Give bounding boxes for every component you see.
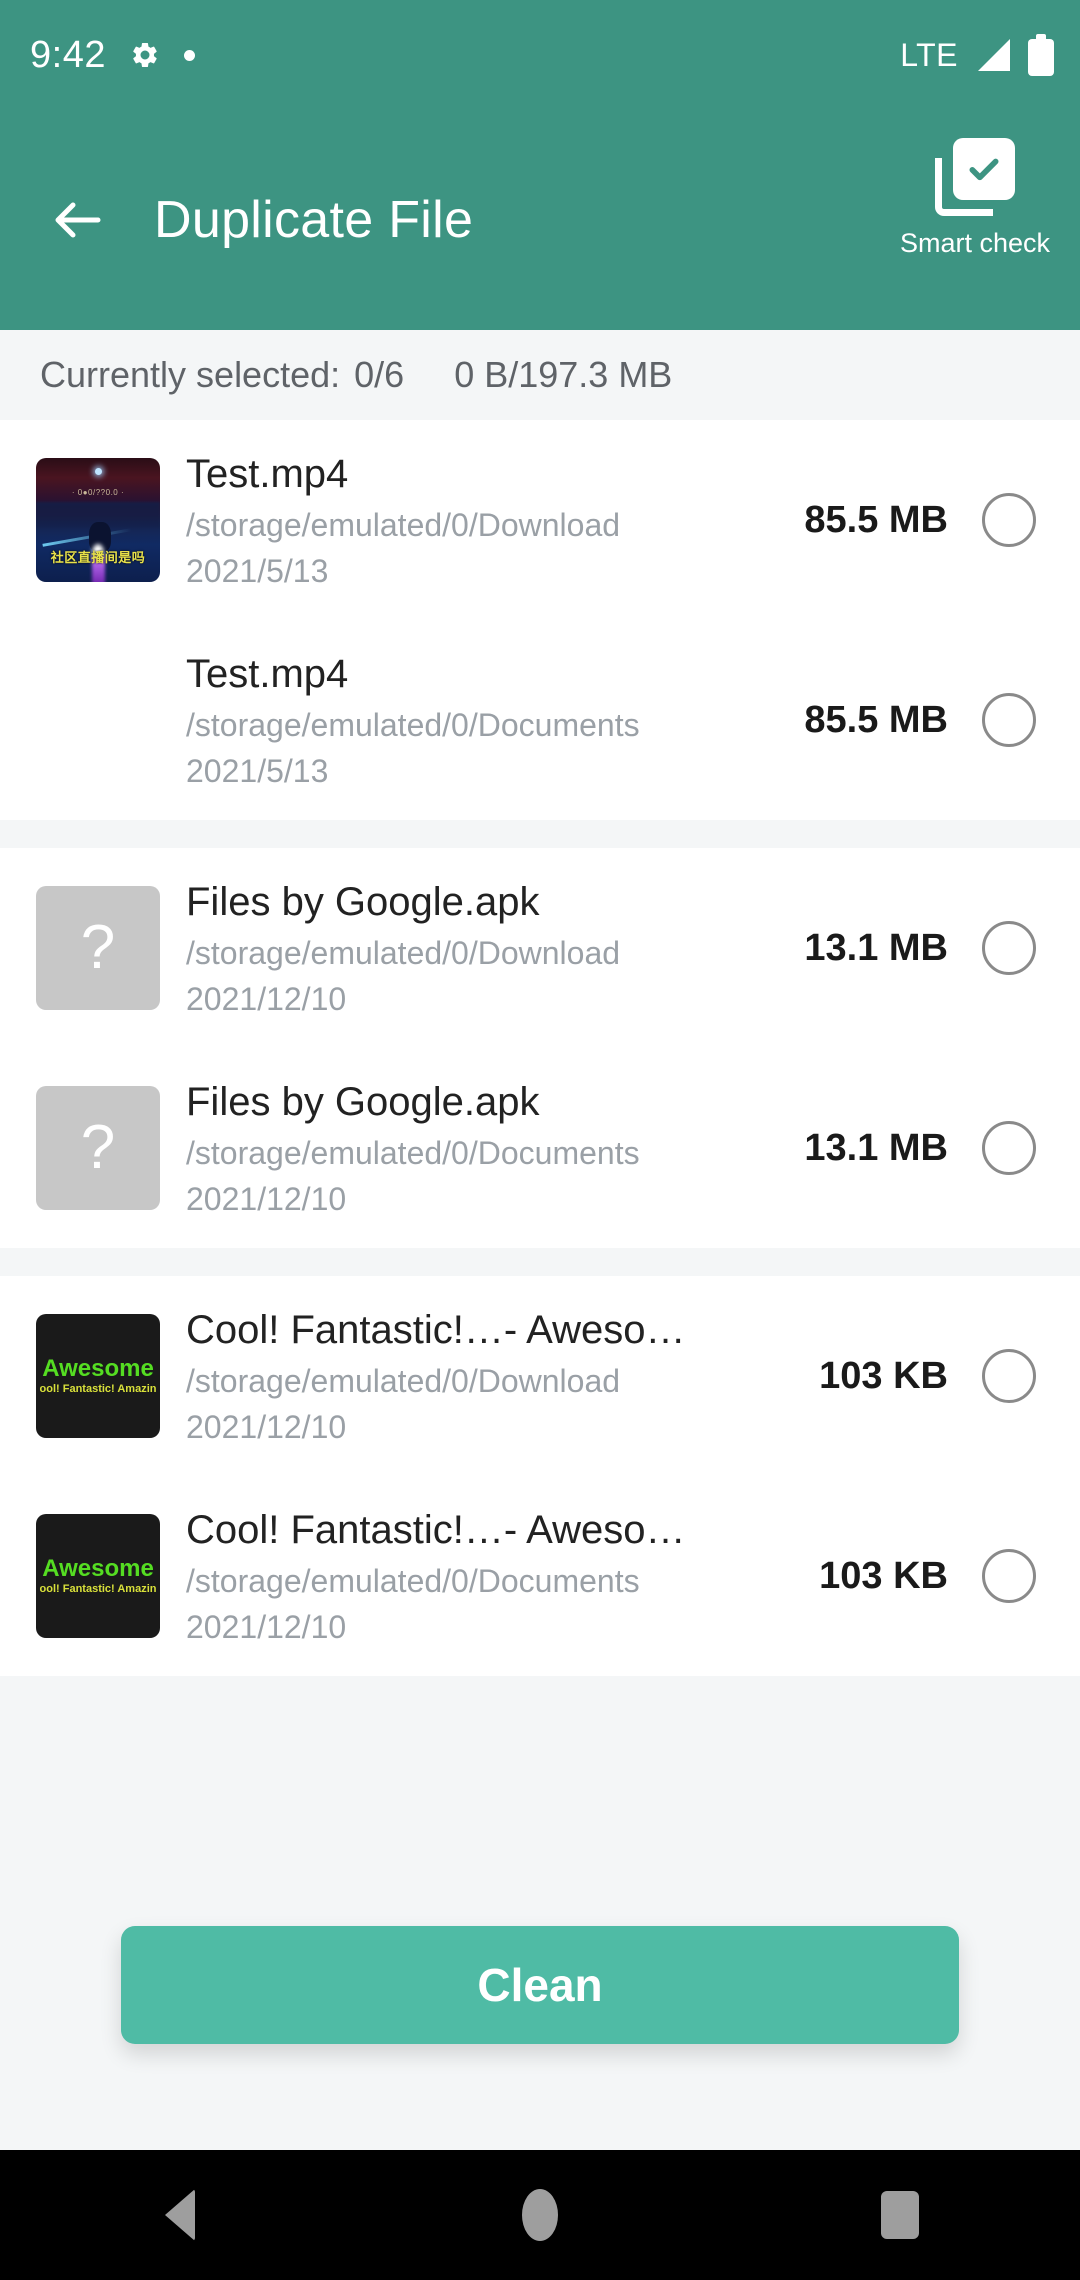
file-name: Cool! Fantastic!…- Awesome.png [186,1307,718,1352]
gear-icon [130,40,160,70]
smart-check-button[interactable]: Smart check [900,138,1050,259]
thumbnail-subtitle-text: ool! Fantastic! Amazin [39,1583,157,1595]
file-select-radio[interactable] [982,1121,1036,1175]
file-size: 103 KB [819,1354,948,1397]
thumbnail-mid-text: · 0●0/??0.0 · [71,488,125,497]
thumbnail-caption: 社区直播间是吗 [50,550,146,565]
nav-recents-icon[interactable] [840,2150,960,2280]
status-time: 9:42 [30,33,106,76]
group-separator [0,820,1080,848]
file-select-radio[interactable] [982,693,1036,747]
dot-indicator [183,49,195,61]
app-screen: 9:42 LTE Duplicate File Smart check Curr… [0,0,1080,2280]
selection-count: 0/6 [354,354,405,395]
status-bar-right: LTE [900,34,1054,76]
file-name: Files by Google.apk [186,1079,540,1124]
file-select-radio[interactable] [982,493,1036,547]
file-thumbnail-slot: · 0●0/??0.0 · 社区直播间是吗 [36,458,160,582]
file-date: 2021/5/13 [186,752,329,789]
group-separator [0,1248,1080,1276]
question-mark-glyph: ? [80,1113,116,1182]
thumbnail-title-text: Awesome [42,1355,154,1382]
file-meta: Cool! Fantastic!…- Awesome.png/storage/e… [182,1307,718,1446]
file-meta: Test.mp4/storage/emulated/0/Documents 202… [182,651,718,790]
table-row[interactable]: · 0●0/??0.0 · 社区直播间是吗 Test.mp4/storage/emu… [0,420,1080,620]
table-row[interactable]: Test.mp4/storage/emulated/0/Documents 202… [0,620,1080,820]
image-thumbnail: Awesome ool! Fantastic! Amazin [36,1314,160,1438]
battery-icon [1028,34,1054,76]
nav-back-icon[interactable] [120,2150,240,2280]
file-size: 85.5 MB [804,498,948,541]
file-size: 85.5 MB [804,698,948,741]
file-date: 2021/12/10 [186,980,347,1017]
file-select-radio[interactable] [982,1349,1036,1403]
file-size: 13.1 MB [804,1126,948,1169]
duplicate-file-list: · 0●0/??0.0 · 社区直播间是吗 Test.mp4/storage/emu… [0,420,1080,1676]
file-size: 13.1 MB [804,926,948,969]
clean-button[interactable]: Clean [121,1926,959,2044]
checked-document-icon [934,138,1015,220]
selection-label: Currently selected: [40,354,341,395]
file-meta: Files by Google.apk/storage/emulated/0/D… [182,1079,718,1218]
file-thumbnail-slot: ? [36,1086,160,1210]
file-path: /storage/emulated/0/Download [186,506,621,543]
app-bar: Duplicate File Smart check [0,110,1080,330]
file-name: Test.mp4 [186,451,349,496]
selection-size: 0 B/197.3 MB [454,354,673,395]
file-meta: Files by Google.apk/storage/emulated/0/D… [182,879,718,1018]
file-date: 2021/12/10 [186,1408,347,1445]
unknown-file-icon: ? [36,886,160,1010]
table-row[interactable]: ? Files by Google.apk/storage/emulated/0/… [0,848,1080,1048]
system-navigation-bar [0,2150,1080,2280]
file-select-radio[interactable] [982,921,1036,975]
file-path: /storage/emulated/0/Documents [186,706,640,743]
thumbnail-subtitle-text: ool! Fantastic! Amazin [39,1383,157,1395]
file-thumbnail-slot: Awesome ool! Fantastic! Amazin [36,1314,160,1438]
file-thumbnail-slot [36,658,160,782]
smart-check-label: Smart check [899,228,1050,258]
file-thumbnail-slot: Awesome ool! Fantastic! Amazin [36,1514,160,1638]
clean-action-area: Clean [0,1860,1080,2110]
list-empty-space [0,1676,1080,1860]
unknown-file-icon: ? [36,1086,160,1210]
thumbnail-title-text: Awesome [42,1555,154,1582]
file-meta: Test.mp4/storage/emulated/0/Download 2021… [182,451,718,590]
signal-bar-icon [974,37,1012,73]
image-thumbnail: Awesome ool! Fantastic! Amazin [36,1514,160,1638]
status-bar-left: 9:42 [30,34,195,77]
file-select-radio[interactable] [982,1549,1036,1603]
table-row[interactable]: ? Files by Google.apk/storage/emulated/0/… [0,1048,1080,1248]
file-path: /storage/emulated/0/Documents [186,1562,640,1599]
question-mark-glyph: ? [80,913,116,982]
file-name: Files by Google.apk [186,879,540,924]
table-row[interactable]: Awesome ool! Fantastic! Amazin Cool! Fanta… [0,1276,1080,1476]
network-type-label: LTE [900,36,958,73]
back-arrow-icon[interactable] [48,190,108,250]
nav-home-icon[interactable] [480,2150,600,2280]
status-bar: 9:42 LTE [0,0,1080,110]
page-title: Duplicate File [154,191,474,249]
file-path: /storage/emulated/0/Documents [186,1134,640,1171]
file-name: Cool! Fantastic!…- Awesome.png [186,1507,718,1552]
video-thumbnail: · 0●0/??0.0 · 社区直播间是吗 [36,458,160,582]
file-date: 2021/5/13 [186,552,329,589]
bottom-padding [0,2110,1080,2150]
file-path: /storage/emulated/0/Download [186,1362,621,1399]
file-path: /storage/emulated/0/Download [186,934,621,971]
file-date: 2021/12/10 [186,1180,347,1217]
selection-summary-bar: Currently selected: 0/6 0 B/197.3 MB [0,330,1080,420]
file-size: 103 KB [819,1554,948,1597]
file-meta: Cool! Fantastic!…- Awesome.png/storage/e… [182,1507,718,1646]
file-date: 2021/12/10 [186,1608,347,1645]
file-name: Test.mp4 [186,651,349,696]
file-thumbnail-slot: ? [36,886,160,1010]
table-row[interactable]: Awesome ool! Fantastic! Amazin Cool! Fanta… [0,1476,1080,1676]
